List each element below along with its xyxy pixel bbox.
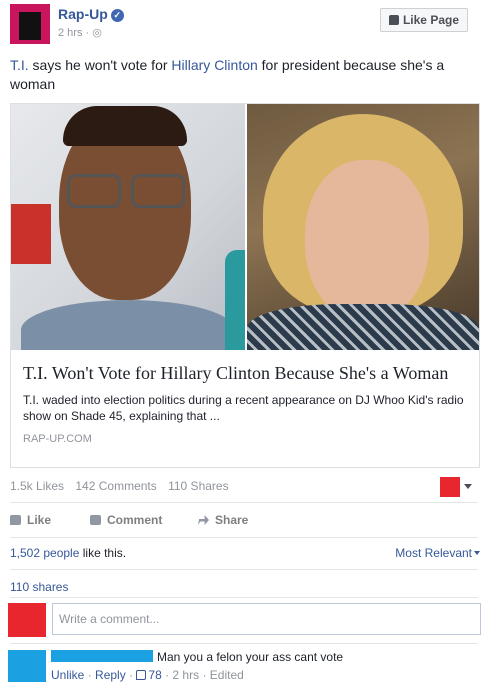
share-icon [198, 515, 209, 525]
teal-hair-person [225, 250, 245, 350]
attachment-description: T.I. waded into election politics during… [23, 393, 464, 423]
edited-label[interactable]: Edited [210, 668, 244, 682]
divider [10, 643, 478, 644]
thumbs-up-icon [388, 15, 399, 25]
thumbs-up-icon [136, 670, 147, 680]
photo-hillary [247, 104, 479, 350]
redacted-avatar [8, 650, 46, 682]
meta-separator: · [199, 668, 210, 682]
share-button[interactable]: Share [198, 513, 248, 527]
thumbs-up-icon [10, 515, 21, 525]
link-attachment[interactable]: T.I. Won't Vote for Hillary Clinton Beca… [10, 103, 480, 468]
glasses [67, 174, 187, 208]
attachment-body[interactable]: T.I. Won't Vote for Hillary Clinton Beca… [11, 350, 479, 467]
unlike-link[interactable]: Unlike [51, 668, 84, 682]
page-name[interactable]: Rap-Up [58, 6, 108, 22]
comment-text: Man you a felon your ass cant vote [157, 650, 344, 664]
post-meta: 2 hrs · ◎ [58, 26, 102, 39]
likes-summary-suffix: like this. [79, 546, 127, 560]
divider [10, 597, 478, 598]
like-button[interactable]: Like [10, 513, 51, 527]
comment-like-count[interactable]: 78 [148, 668, 161, 682]
redacted-avatar [8, 603, 46, 637]
comment-label: Comment [107, 513, 163, 527]
shares-link[interactable]: 110 shares [10, 580, 68, 594]
likes-count[interactable]: 1.5k Likes [10, 479, 64, 493]
attachment-title[interactable]: T.I. Won't Vote for Hillary Clinton Beca… [23, 362, 467, 384]
post-text-middle: says he won't vote for [28, 57, 172, 73]
redacted-name [51, 650, 153, 662]
comment-icon [90, 515, 101, 525]
divider [10, 537, 478, 538]
like-page-label: Like Page [402, 13, 459, 27]
comment-button[interactable]: Comment [90, 513, 162, 527]
meta-separator: · [84, 668, 96, 682]
hillary-link[interactable]: Hillary Clinton [171, 57, 257, 73]
comment-meta: Unlike · Reply · 78 · 2 hrs · Edited [51, 668, 244, 682]
comments-count[interactable]: 142 Comments [75, 479, 156, 493]
post-time[interactable]: 2 hrs [58, 27, 82, 39]
sort-label: Most Relevant [395, 546, 472, 560]
comment-input[interactable] [52, 603, 481, 635]
shares-count[interactable]: 110 Shares [168, 479, 229, 493]
globe-icon: ◎ [92, 27, 102, 39]
comment-time[interactable]: 2 hrs [172, 668, 199, 682]
lens-right [131, 174, 185, 208]
jacket [247, 304, 479, 350]
post-header: Rap-Up ✓ 2 hrs · ◎ Like Page [10, 4, 478, 46]
like-label: Like [27, 513, 52, 527]
face [305, 160, 429, 322]
divider [10, 569, 478, 570]
verified-badge-icon: ✓ [110, 9, 124, 22]
meta-separator: · [125, 668, 137, 682]
post-text: T.I. says he won't vote for Hillary Clin… [10, 56, 472, 94]
like-page-button[interactable]: Like Page [379, 8, 468, 32]
lens-left [67, 174, 121, 208]
post-stats: 1.5k Likes 142 Comments 110 Shares [10, 479, 237, 493]
background-banner [11, 204, 51, 264]
comment-sort-dropdown[interactable]: Most Relevant [395, 546, 480, 560]
logo-mark [19, 12, 41, 40]
action-bar: Like Comment Share [10, 505, 478, 533]
divider [10, 502, 478, 503]
hair [63, 106, 187, 146]
meta-separator: · [82, 27, 93, 39]
attachment-photos[interactable] [11, 104, 479, 350]
page-name-link[interactable]: Rap-Up ✓ [58, 6, 124, 22]
redacted-avatar [440, 477, 460, 497]
meta-separator: · [161, 668, 173, 682]
page-avatar[interactable] [10, 4, 50, 44]
shirt [21, 300, 235, 350]
likers-link[interactable]: 1,502 people [10, 546, 79, 560]
photo-ti [11, 104, 245, 350]
reply-link[interactable]: Reply [95, 668, 126, 682]
attachment-source: RAP-UP.COM [23, 433, 92, 445]
chevron-down-icon [474, 551, 480, 555]
chevron-down-icon[interactable] [464, 484, 472, 489]
person-link[interactable]: T.I. [10, 57, 29, 73]
share-label: Share [215, 513, 249, 527]
likes-summary: 1,502 people like this. [10, 546, 126, 560]
